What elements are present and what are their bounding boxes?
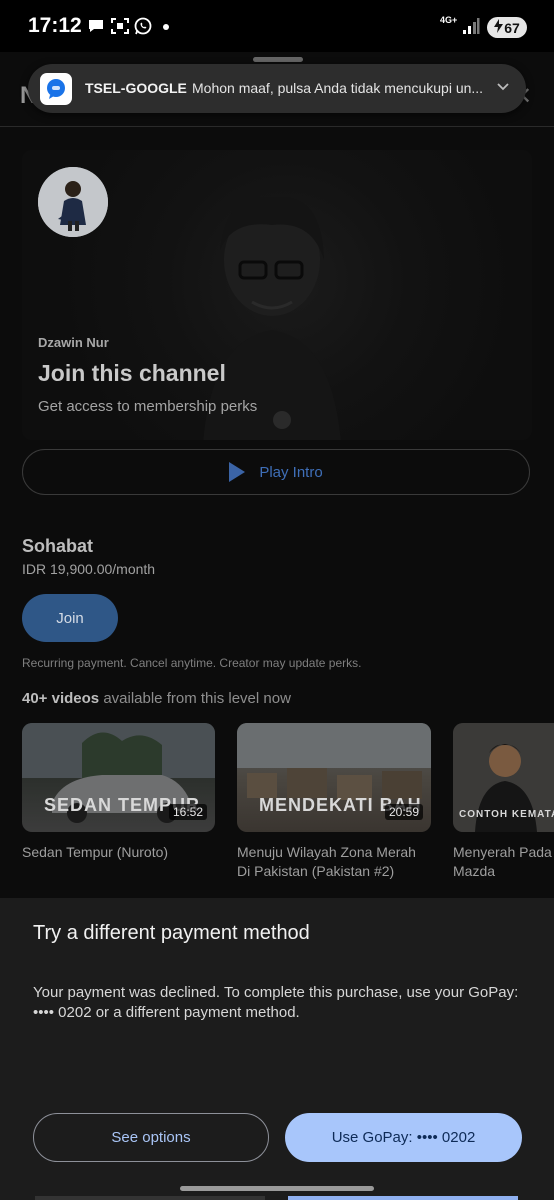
notification-text: Mohon maaf, pulsa Anda tidak mencukupi u… — [192, 80, 484, 96]
notification-handle[interactable] — [253, 57, 303, 62]
heads-up-notification[interactable]: TSEL-GOOGLE Mohon maaf, pulsa Anda tidak… — [28, 64, 526, 113]
play-intro-button[interactable]: Play Intro — [22, 449, 530, 495]
video-duration: 20:59 — [384, 804, 423, 820]
battery-indicator: 67 — [487, 17, 527, 38]
video-duration: 16:52 — [168, 804, 207, 820]
bottom-edge-right — [288, 1196, 518, 1200]
messages-icon — [40, 73, 72, 105]
join-subtitle: Get access to membership perks — [38, 398, 258, 415]
notification-app-name: TSEL-GOOGLE — [85, 80, 187, 96]
recurring-note: Recurring payment. Cancel anytime. Creat… — [22, 656, 362, 670]
chat-bubble-icon — [87, 17, 105, 40]
video-title[interactable]: Sedan Tempur (Nuroto) — [22, 843, 215, 862]
videos-available: 40+ videos available from this level now — [22, 690, 291, 707]
videos-suffix: available from this level now — [103, 690, 291, 707]
network-type: 4G+ — [440, 15, 458, 25]
sheet-title: Try a different payment method — [33, 922, 310, 944]
tier-price: IDR 19,900.00/month — [22, 561, 156, 577]
videos-count: 40+ videos — [22, 690, 100, 707]
bottom-edge-left — [35, 1196, 265, 1200]
join-title: Join this channel — [38, 360, 226, 386]
video-title[interactable]: Menyerah Pada Mazda — [453, 843, 554, 881]
signal-icon — [462, 17, 480, 40]
sheet-body: Your payment was declined. To complete t… — [33, 984, 519, 1021]
tier-name: Sohabat — [22, 536, 94, 556]
play-icon — [229, 462, 246, 482]
channel-name: Dzawin Nur — [38, 335, 109, 350]
battery-charging-icon — [494, 19, 504, 36]
video-thumbnail[interactable]: SEDAN TEMPUR 16:52 — [22, 723, 215, 832]
whatsapp-icon — [134, 17, 152, 40]
home-indicator[interactable] — [180, 1186, 374, 1191]
channel-avatar — [38, 167, 108, 237]
video-title[interactable]: Menuju Wilayah Zona Merah Di Pakistan (Pa… — [237, 843, 437, 881]
play-intro-label: Play Intro — [259, 463, 323, 481]
video-thumbnail[interactable]: CONTOH KEMATAN — [453, 723, 554, 832]
video-overlay-text: CONTOH KEMATAN — [459, 809, 554, 820]
chevron-down-icon[interactable] — [495, 78, 511, 99]
video-thumbnail[interactable]: MENDEKATI BAH 20:59 — [237, 723, 431, 832]
status-time: 17:12 — [28, 14, 82, 37]
dot-icon — [162, 17, 170, 40]
battery-level: 67 — [504, 19, 520, 36]
screen-capture-icon — [110, 17, 130, 40]
use-gopay-button[interactable]: Use GoPay: •••• 0202 — [285, 1113, 522, 1162]
header-divider — [0, 126, 554, 127]
see-options-button[interactable]: See options — [33, 1113, 269, 1162]
join-button[interactable]: Join — [22, 594, 118, 642]
